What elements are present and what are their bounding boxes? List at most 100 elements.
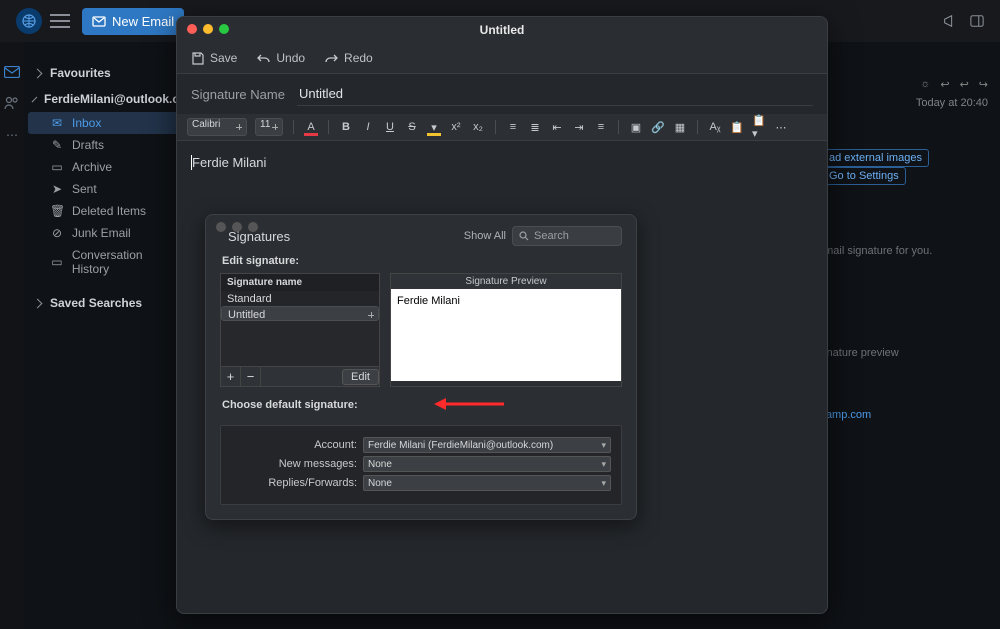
panel-icon[interactable] — [970, 14, 984, 28]
signature-list-empty — [221, 321, 379, 366]
numberlist-icon[interactable]: ≣ — [528, 120, 542, 134]
editor-toolbar-format: Calibri 11 A B I U S ▾ x² x₂ ≡ ≣ ⇤ ⇥ ≡ ▣… — [177, 114, 827, 140]
zoom-dot[interactable] — [219, 24, 229, 34]
clearfmt-icon[interactable]: Aᵪ — [708, 120, 722, 134]
sun-icon[interactable]: ☼ — [920, 78, 930, 91]
new-email-button[interactable]: New Email — [82, 8, 184, 35]
subscript-icon[interactable]: x₂ — [471, 120, 485, 134]
pref-min-dot[interactable] — [232, 222, 242, 232]
account-label: Account: — [231, 439, 357, 451]
minimize-dot[interactable] — [203, 24, 213, 34]
add-signature-button[interactable]: + — [221, 367, 241, 387]
superscript-icon[interactable]: x² — [449, 120, 463, 134]
body-fragment-1: email signature for you. — [818, 245, 988, 257]
editor-body[interactable]: Ferdie Milani — [177, 141, 827, 184]
fontsize-select[interactable]: 11 — [255, 118, 283, 136]
signature-row-untitled[interactable]: Untitled — [221, 306, 379, 321]
signature-name-input[interactable]: Untitled — [297, 82, 813, 106]
account-select[interactable]: Ferdie Milani (FerdieMilani@outlook.com) — [363, 437, 611, 453]
sidebar-item-archive[interactable]: ▭Archive — [28, 156, 188, 178]
remove-signature-button[interactable]: − — [241, 367, 261, 387]
preview-body: Ferdie Milani — [391, 289, 621, 381]
paste-icon[interactable]: 📋▾ — [752, 120, 766, 134]
editor-toolbar-primary: Save Undo Redo — [177, 43, 827, 73]
account-section[interactable]: FerdieMilani@outlook.co — [28, 86, 188, 112]
link-icon[interactable]: 🔗 — [651, 120, 665, 134]
more-icon[interactable]: ⋯ — [6, 128, 18, 142]
sidebar-item-sent[interactable]: ➤Sent — [28, 178, 188, 200]
mail-icon[interactable] — [4, 66, 20, 78]
default-signature-box: Account: Ferdie Milani (FerdieMilani@out… — [220, 425, 622, 505]
drafts-icon: ✎ — [50, 138, 64, 152]
newmessages-label: New messages: — [231, 458, 357, 470]
saved-searches-section[interactable]: Saved Searches — [28, 290, 188, 316]
pref-zoom-dot[interactable] — [248, 222, 258, 232]
save-button[interactable]: Save — [191, 51, 237, 65]
folder-icon: ▭ — [50, 255, 64, 269]
indent-icon[interactable]: ⇥ — [572, 120, 586, 134]
reading-pane: ☼ ↩ ↩ ↪ Today at 20:40 ad external image… — [818, 78, 988, 421]
clipboard-icon[interactable]: 📋 — [730, 120, 744, 134]
trash-icon: 🗑 — [50, 204, 64, 218]
junk-icon: ⊘ — [50, 226, 64, 240]
choose-default-label: Choose default signature: — [222, 399, 622, 411]
sent-icon: ➤ — [50, 182, 64, 196]
highlight-icon[interactable]: ▾ — [427, 120, 441, 134]
signature-editor-window: Untitled Save Undo Redo Signature Name U… — [176, 16, 828, 614]
forward-icon[interactable]: ↪ — [979, 78, 988, 91]
signature-name-label: Signature Name — [191, 87, 285, 102]
folder-sidebar: Favourites FerdieMilani@outlook.co ✉Inbo… — [28, 60, 188, 316]
people-icon[interactable] — [4, 96, 20, 110]
replies-select[interactable]: None — [363, 475, 611, 491]
bold-icon[interactable]: B — [339, 120, 353, 134]
pref-window-controls — [216, 222, 258, 232]
sidebar-item-convhistory[interactable]: ▭Conversation History — [28, 244, 188, 280]
more-format-icon[interactable]: ⋯ — [774, 120, 788, 134]
font-select[interactable]: Calibri — [187, 118, 247, 136]
close-dot[interactable] — [187, 24, 197, 34]
sidebar-item-deleted[interactable]: 🗑Deleted Items — [28, 200, 188, 222]
search-placeholder: Search — [534, 230, 569, 242]
window-controls — [187, 24, 229, 34]
underline-icon[interactable]: U — [383, 120, 397, 134]
align-icon[interactable]: ≡ — [594, 120, 608, 134]
picture-icon[interactable]: ▣ — [629, 120, 643, 134]
inbox-icon: ✉ — [50, 116, 64, 130]
announce-icon[interactable] — [942, 14, 956, 28]
body-link[interactable]: klamp.com — [818, 409, 988, 421]
signatures-pref-panel: Signatures Show All Search Edit signatur… — [205, 214, 637, 520]
sidebar-item-inbox[interactable]: ✉Inbox — [28, 112, 188, 134]
pref-close-dot[interactable] — [216, 222, 226, 232]
italic-icon[interactable]: I — [361, 120, 375, 134]
sidebar-item-drafts[interactable]: ✎Drafts — [28, 134, 188, 156]
go-to-settings-pill[interactable]: Go to Settings — [822, 167, 906, 185]
replyall-icon[interactable]: ↩ — [960, 78, 969, 91]
edit-signature-button[interactable]: Edit — [342, 369, 379, 385]
download-images-pill[interactable]: ad external images — [822, 149, 929, 167]
undo-button[interactable]: Undo — [257, 51, 305, 65]
hamburger-icon[interactable] — [50, 14, 70, 28]
editor-window-title: Untitled — [480, 23, 525, 37]
message-timestamp: Today at 20:40 — [818, 97, 988, 109]
redo-button[interactable]: Redo — [325, 51, 373, 65]
signature-preview: Signature Preview Ferdie Milani — [390, 273, 622, 387]
body-text: Ferdie Milani — [191, 155, 266, 170]
left-rail: ⋯ — [0, 42, 24, 629]
reply-icon[interactable]: ↩ — [940, 78, 949, 91]
editor-titlebar: Untitled — [177, 17, 827, 43]
new-email-label: New Email — [112, 14, 174, 29]
bulletlist-icon[interactable]: ≡ — [506, 120, 520, 134]
favourites-section[interactable]: Favourites — [28, 60, 188, 86]
signature-list: Signature name Standard Untitled + − Edi… — [220, 273, 380, 387]
outdent-icon[interactable]: ⇤ — [550, 120, 564, 134]
preview-header: Signature Preview — [391, 274, 621, 289]
show-all-button[interactable]: Show All — [464, 230, 506, 242]
strike-icon[interactable]: S — [405, 120, 419, 134]
sidebar-item-junk[interactable]: ⊘Junk Email — [28, 222, 188, 244]
signature-row-standard[interactable]: Standard — [221, 291, 379, 306]
signature-list-header: Signature name — [221, 274, 379, 291]
table-icon[interactable]: ▦ — [673, 120, 687, 134]
pref-search-input[interactable]: Search — [512, 226, 622, 246]
fontcolor-icon[interactable]: A — [304, 120, 318, 134]
newmessages-select[interactable]: None — [363, 456, 611, 472]
